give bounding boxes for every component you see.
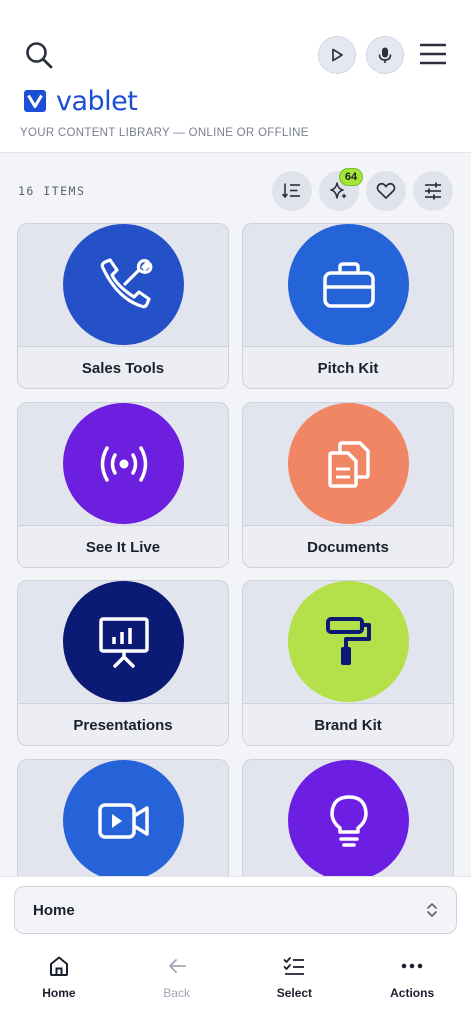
card-documents[interactable]: Documents: [242, 402, 454, 568]
card-thumbnail: [18, 403, 228, 525]
card-label: Documents: [243, 525, 453, 567]
broadcast-icon: [100, 445, 147, 482]
nav-select-label: Select: [276, 986, 313, 1000]
paint-roller-icon: [325, 616, 371, 665]
card-see-it-live[interactable]: See It Live: [17, 402, 229, 568]
card-pitch-kit[interactable]: Pitch Kit: [242, 223, 454, 389]
location-select[interactable]: Home: [14, 886, 457, 934]
microphone-button[interactable]: [366, 36, 404, 74]
card-label: Brand Kit: [243, 703, 453, 745]
card-label: Presentations: [18, 703, 228, 745]
bottom-panel: Home Home Back Select Actions: [0, 876, 471, 1024]
favorites-button[interactable]: [366, 171, 406, 211]
search-button[interactable]: [22, 38, 56, 72]
card-icon-circle: [63, 224, 184, 345]
card-sales-tools[interactable]: Sales Tools: [17, 223, 229, 389]
card-icon-circle: [288, 760, 409, 876]
bottom-nav: Home Back Select Actions: [0, 953, 471, 1013]
microphone-icon: [378, 47, 392, 63]
chevron-updown-icon: [427, 903, 437, 917]
sort-list-icon: [282, 183, 300, 198]
card-icon-circle: [63, 403, 184, 524]
sort-button[interactable]: [272, 171, 312, 211]
card-label: Sales Tools: [18, 346, 228, 388]
brand-name: vablet: [56, 85, 138, 117]
nav-home[interactable]: Home: [0, 953, 118, 1013]
card-thumbnail: [243, 760, 453, 876]
location-select-value: Home: [33, 901, 75, 919]
card-thumbnail: [243, 403, 453, 525]
nav-actions-label: Actions: [390, 986, 435, 1000]
card-thumbnail: [18, 581, 228, 703]
nav-home-label: Home: [42, 986, 76, 1000]
card-icon-circle: [63, 581, 184, 702]
content-library: 16 ITEMS 64 Sales Tools Pitch Kit See It…: [0, 152, 471, 876]
arrow-left-icon: [168, 959, 186, 973]
video-camera-icon: [97, 802, 149, 839]
presentation-board-icon: [98, 616, 149, 668]
new-items-badge: 64: [339, 168, 363, 186]
card-ideas[interactable]: [242, 759, 454, 876]
card-thumbnail: [18, 224, 228, 346]
logo-mark-icon: [24, 90, 46, 112]
card-presentations[interactable]: Presentations: [17, 580, 229, 746]
play-icon: [332, 48, 343, 62]
card-thumbnail: [243, 581, 453, 703]
more-dots-icon: [401, 963, 423, 969]
app-header: vablet YOUR CONTENT LIBRARY — ONLINE OR …: [0, 0, 471, 152]
main-menu-button[interactable]: [418, 40, 448, 68]
filter-button[interactable]: [413, 171, 453, 211]
tagline: YOUR CONTENT LIBRARY — ONLINE OR OFFLINE: [20, 127, 309, 139]
brand-logo: vablet: [24, 85, 138, 117]
card-brand-kit[interactable]: Brand Kit: [242, 580, 454, 746]
heart-icon: [376, 182, 396, 199]
card-icon-circle: [288, 224, 409, 345]
documents-icon: [327, 440, 370, 488]
lightbulb-icon: [329, 794, 368, 847]
card-icon-circle: [63, 760, 184, 876]
card-thumbnail: [18, 760, 228, 876]
card-label: See It Live: [18, 525, 228, 567]
search-icon: [26, 42, 53, 69]
items-count: 16 ITEMS: [18, 184, 86, 198]
nav-actions[interactable]: Actions: [353, 953, 471, 1013]
checklist-icon: [283, 957, 305, 975]
home-icon: [49, 956, 68, 976]
play-button[interactable]: [318, 36, 356, 74]
card-thumbnail: [243, 224, 453, 346]
sliders-icon: [425, 182, 441, 200]
briefcase-icon: [322, 261, 375, 308]
phone-wrench-icon: [100, 257, 152, 308]
card-icon-circle: [288, 403, 409, 524]
hamburger-menu-icon: [420, 43, 446, 65]
nav-back-label: Back: [163, 986, 190, 1000]
nav-back[interactable]: Back: [118, 953, 236, 1013]
card-videos[interactable]: [17, 759, 229, 876]
card-icon-circle: [288, 581, 409, 702]
card-label: Pitch Kit: [243, 346, 453, 388]
nav-select[interactable]: Select: [236, 953, 354, 1013]
